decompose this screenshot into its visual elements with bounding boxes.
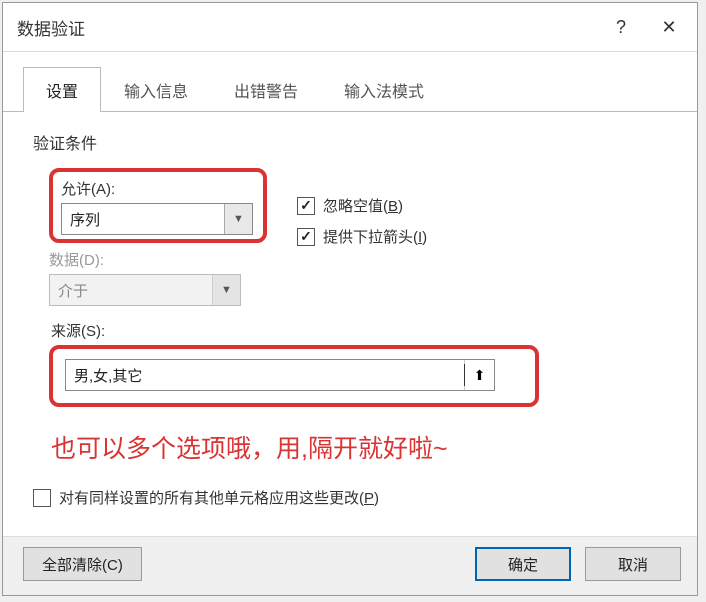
close-button[interactable]: ✕ [645, 11, 693, 43]
cancel-button[interactable]: 取消 [585, 547, 681, 581]
tab-input-message[interactable]: 输入信息 [101, 67, 211, 112]
footer-right: 确定 取消 [475, 547, 681, 581]
allow-combo-value: 序列 [62, 204, 224, 234]
tab-error-alert[interactable]: 出错警告 [211, 67, 321, 112]
dialog-title: 数据验证 [17, 15, 85, 40]
range-selector-icon: ⬆ [474, 367, 486, 384]
ignore-blank-row[interactable]: 忽略空值(B) [297, 195, 427, 216]
clear-all-label: 全部清除(C) [42, 554, 123, 575]
ok-button[interactable]: 确定 [475, 547, 571, 581]
ignore-blank-checkbox[interactable] [297, 197, 315, 215]
apply-all-label: 对有同样设置的所有其他单元格应用这些更改(P) [59, 487, 379, 508]
data-label: 数据(D): [49, 249, 667, 270]
dropdown-arrow-label: 提供下拉箭头(I) [323, 226, 427, 247]
tabs: 设置 输入信息 出错警告 输入法模式 [3, 52, 697, 112]
apply-all-row[interactable]: 对有同样设置的所有其他单元格应用这些更改(P) [33, 487, 667, 508]
chevron-down-icon: ▼ [221, 284, 232, 296]
close-icon: ✕ [661, 17, 676, 38]
dropdown-arrow-row[interactable]: 提供下拉箭头(I) [297, 226, 427, 247]
clear-all-button[interactable]: 全部清除(C) [23, 547, 142, 581]
apply-all-checkbox[interactable] [33, 489, 51, 507]
titlebar-buttons: ? ✕ [597, 11, 693, 43]
source-input[interactable]: 男,女,其它 [66, 360, 464, 390]
data-combo-button: ▼ [212, 275, 240, 305]
source-highlight: 男,女,其它 ⬆ [49, 345, 539, 407]
range-selector-button[interactable]: ⬆ [464, 360, 494, 390]
titlebar: 数据验证 ? ✕ [3, 3, 697, 52]
allow-label: 允许(A): [61, 178, 255, 199]
allow-combo-button[interactable]: ▼ [224, 204, 252, 234]
dialog-footer: 全部清除(C) 确定 取消 [3, 536, 697, 595]
data-validation-dialog: 数据验证 ? ✕ 设置 输入信息 出错警告 输入法模式 验证条件 允许(A): … [2, 2, 698, 596]
source-label: 来源(S): [49, 320, 667, 341]
dialog-content: 验证条件 允许(A): 序列 ▼ [3, 112, 697, 536]
chevron-down-icon: ▼ [233, 213, 244, 225]
source-input-wrap: 男,女,其它 ⬆ [65, 359, 495, 391]
data-combo-value: 介于 [50, 275, 212, 305]
fields-area: 允许(A): 序列 ▼ 忽略空值(B) [33, 168, 667, 465]
tab-settings[interactable]: 设置 [23, 67, 101, 112]
ignore-blank-label: 忽略空值(B) [323, 195, 403, 216]
tab-ime-mode[interactable]: 输入法模式 [321, 67, 447, 112]
data-combo: 介于 ▼ [49, 274, 241, 306]
help-button[interactable]: ? [597, 11, 645, 43]
section-validation-label: 验证条件 [33, 130, 667, 154]
allow-combo[interactable]: 序列 ▼ [61, 203, 253, 235]
allow-highlight: 允许(A): 序列 ▼ [49, 168, 267, 243]
annotation-text: 也可以多个选项哦，用,隔开就好啦~ [49, 429, 667, 465]
checkbox-group: 忽略空值(B) 提供下拉箭头(I) [297, 195, 427, 247]
dropdown-arrow-checkbox[interactable] [297, 228, 315, 246]
